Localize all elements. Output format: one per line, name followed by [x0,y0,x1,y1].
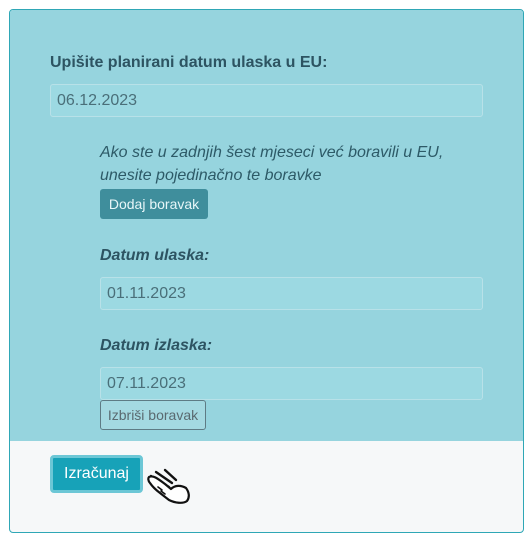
exit-date-input[interactable]: 07.11.2023 [100,367,483,400]
planned-date-label: Upišite planirani datum ulaska u EU: [50,54,328,71]
calculate-button[interactable]: Izračunaj [50,455,143,493]
add-stay-button[interactable]: Dodaj boravak [100,189,208,219]
delete-stay-button[interactable]: Izbriši boravak [100,400,206,430]
stay-form-panel: Upišite planirani datum ulaska u EU: 06.… [10,10,523,441]
entry-date-label: Datum ulaska: [100,247,210,264]
planned-date-input[interactable]: 06.12.2023 [50,84,483,117]
previous-stays-info: Ako ste u zadnjih šest mjeseci već borav… [100,144,444,184]
entry-date-input[interactable]: 01.11.2023 [100,277,483,310]
calculator-card: Upišite planirani datum ulaska u EU: 06.… [9,9,524,533]
exit-date-label: Datum izlaska: [100,337,213,354]
hand-pointer-icon [147,468,190,504]
